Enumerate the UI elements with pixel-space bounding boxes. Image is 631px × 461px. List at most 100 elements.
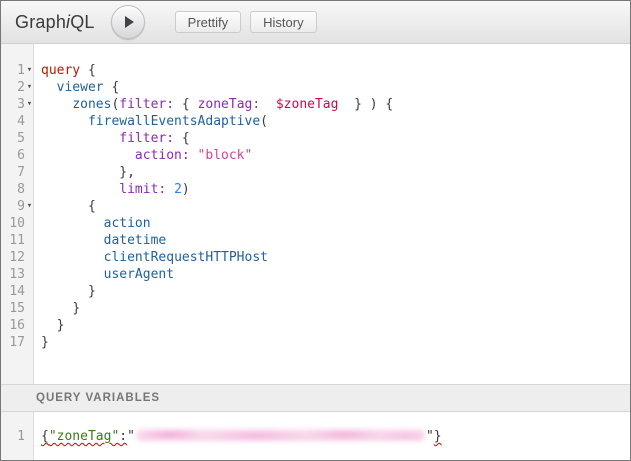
token: ) (182, 182, 190, 197)
code-line: 1{"zoneTag":""} (1, 428, 630, 445)
query-editor[interactable]: 1▾query {2▾ viewer {3▾ zones(filter: { z… (1, 44, 630, 384)
query-code: 1▾query {2▾ viewer {3▾ zones(filter: { z… (1, 62, 630, 351)
line-number: 14 (1, 283, 25, 300)
line-number: 4 (1, 113, 25, 130)
token: " (426, 429, 434, 444)
token (41, 250, 104, 265)
token: } ) { (354, 97, 393, 112)
code-line: 10 action (1, 215, 630, 232)
token (41, 165, 119, 180)
token: filter: (119, 131, 174, 146)
token: zones (72, 97, 111, 112)
execute-button[interactable] (111, 5, 145, 39)
code-text: action (34, 215, 151, 232)
fold-gutter-spacer (25, 130, 34, 147)
token: userAgent (104, 267, 174, 282)
line-number: 6 (1, 147, 25, 164)
token (41, 267, 104, 282)
token (41, 318, 57, 333)
variables-editor[interactable]: 1{"zoneTag":""} (1, 412, 630, 460)
token (41, 148, 135, 163)
fold-gutter-spacer (25, 428, 34, 445)
token: zoneTag: (198, 97, 261, 112)
line-number: 5 (1, 130, 25, 147)
token: { (174, 131, 190, 146)
fold-arrow-icon[interactable]: ▾ (25, 79, 34, 96)
line-number: 10 (1, 215, 25, 232)
token (190, 148, 198, 163)
line-number: 13 (1, 266, 25, 283)
token: "block" (198, 148, 253, 163)
code-line: 9▾ { (1, 198, 630, 215)
code-text: } (34, 300, 80, 317)
code-text: clientRequestHTTPHost (34, 249, 268, 266)
variables-title-bar[interactable]: QUERY VARIABLES (1, 384, 630, 412)
variables-code: 1{"zoneTag":""} (1, 428, 630, 445)
fold-gutter-spacer (25, 317, 34, 334)
fold-gutter-spacer (25, 113, 34, 130)
token (260, 97, 276, 112)
fold-gutter-spacer (25, 334, 34, 351)
line-number: 17 (1, 334, 25, 351)
code-text: query { (34, 62, 96, 79)
token: { (104, 80, 120, 95)
code-line: 5 filter: { (1, 130, 630, 147)
token: action: (135, 148, 190, 163)
token: : (119, 429, 127, 444)
code-line: 4 firewallEventsAdaptive( (1, 113, 630, 130)
code-text: zones(filter: { zoneTag: $zoneTag } ) { (34, 96, 393, 113)
line-number: 9 (1, 198, 25, 215)
code-text: action: "block" (34, 147, 252, 164)
line-number: 1 (1, 428, 25, 445)
code-text: } (34, 317, 64, 334)
graphiql-logo: GraphiQL (15, 12, 95, 33)
redacted-zone-tag-value (136, 429, 425, 441)
fold-arrow-icon[interactable]: ▾ (25, 198, 34, 215)
code-text: limit: 2) (34, 181, 190, 198)
code-line: 6 action: "block" (1, 147, 630, 164)
fold-arrow-icon[interactable]: ▾ (25, 96, 34, 113)
token (41, 131, 119, 146)
code-text: } (34, 283, 96, 300)
fold-gutter-spacer (25, 283, 34, 300)
token (338, 97, 354, 112)
graphiql-container: GraphiQL Prettify History 1▾query {2▾ vi… (0, 0, 631, 461)
token: limit: (119, 182, 166, 197)
code-text: userAgent (34, 266, 174, 283)
token: { (41, 429, 49, 444)
code-line: 11 datetime (1, 232, 630, 249)
logo-text: QL (70, 12, 94, 32)
top-bar: GraphiQL Prettify History (1, 1, 630, 44)
fold-arrow-icon[interactable]: ▾ (25, 62, 34, 79)
token: } (41, 335, 49, 350)
token: clientRequestHTTPHost (104, 250, 268, 265)
fold-gutter-spacer (25, 147, 34, 164)
token (41, 284, 88, 299)
code-text: {"zoneTag":""} (34, 428, 442, 445)
token (41, 199, 88, 214)
token: " (127, 429, 135, 444)
logo-text: Graph (15, 12, 66, 32)
token: "zoneTag" (49, 429, 119, 444)
fold-gutter-spacer (25, 266, 34, 283)
token: } (88, 284, 96, 299)
code-line: 1▾query { (1, 62, 630, 79)
token: 2 (174, 182, 182, 197)
history-button[interactable]: History (250, 11, 316, 33)
code-text: firewallEventsAdaptive( (34, 113, 268, 130)
fold-gutter-spacer (25, 164, 34, 181)
token: { (182, 97, 190, 112)
prettify-button[interactable]: Prettify (175, 11, 241, 33)
token: filter: (119, 97, 174, 112)
token: }, (119, 165, 135, 180)
code-text: } (34, 334, 49, 351)
token (41, 233, 104, 248)
token: } (72, 301, 80, 316)
fold-gutter-spacer (25, 181, 34, 198)
code-text: { (34, 198, 96, 215)
code-line: 12 clientRequestHTTPHost (1, 249, 630, 266)
fold-gutter-spacer (25, 215, 34, 232)
line-number: 7 (1, 164, 25, 181)
token: firewallEventsAdaptive (88, 114, 260, 129)
code-line: 8 limit: 2) (1, 181, 630, 198)
